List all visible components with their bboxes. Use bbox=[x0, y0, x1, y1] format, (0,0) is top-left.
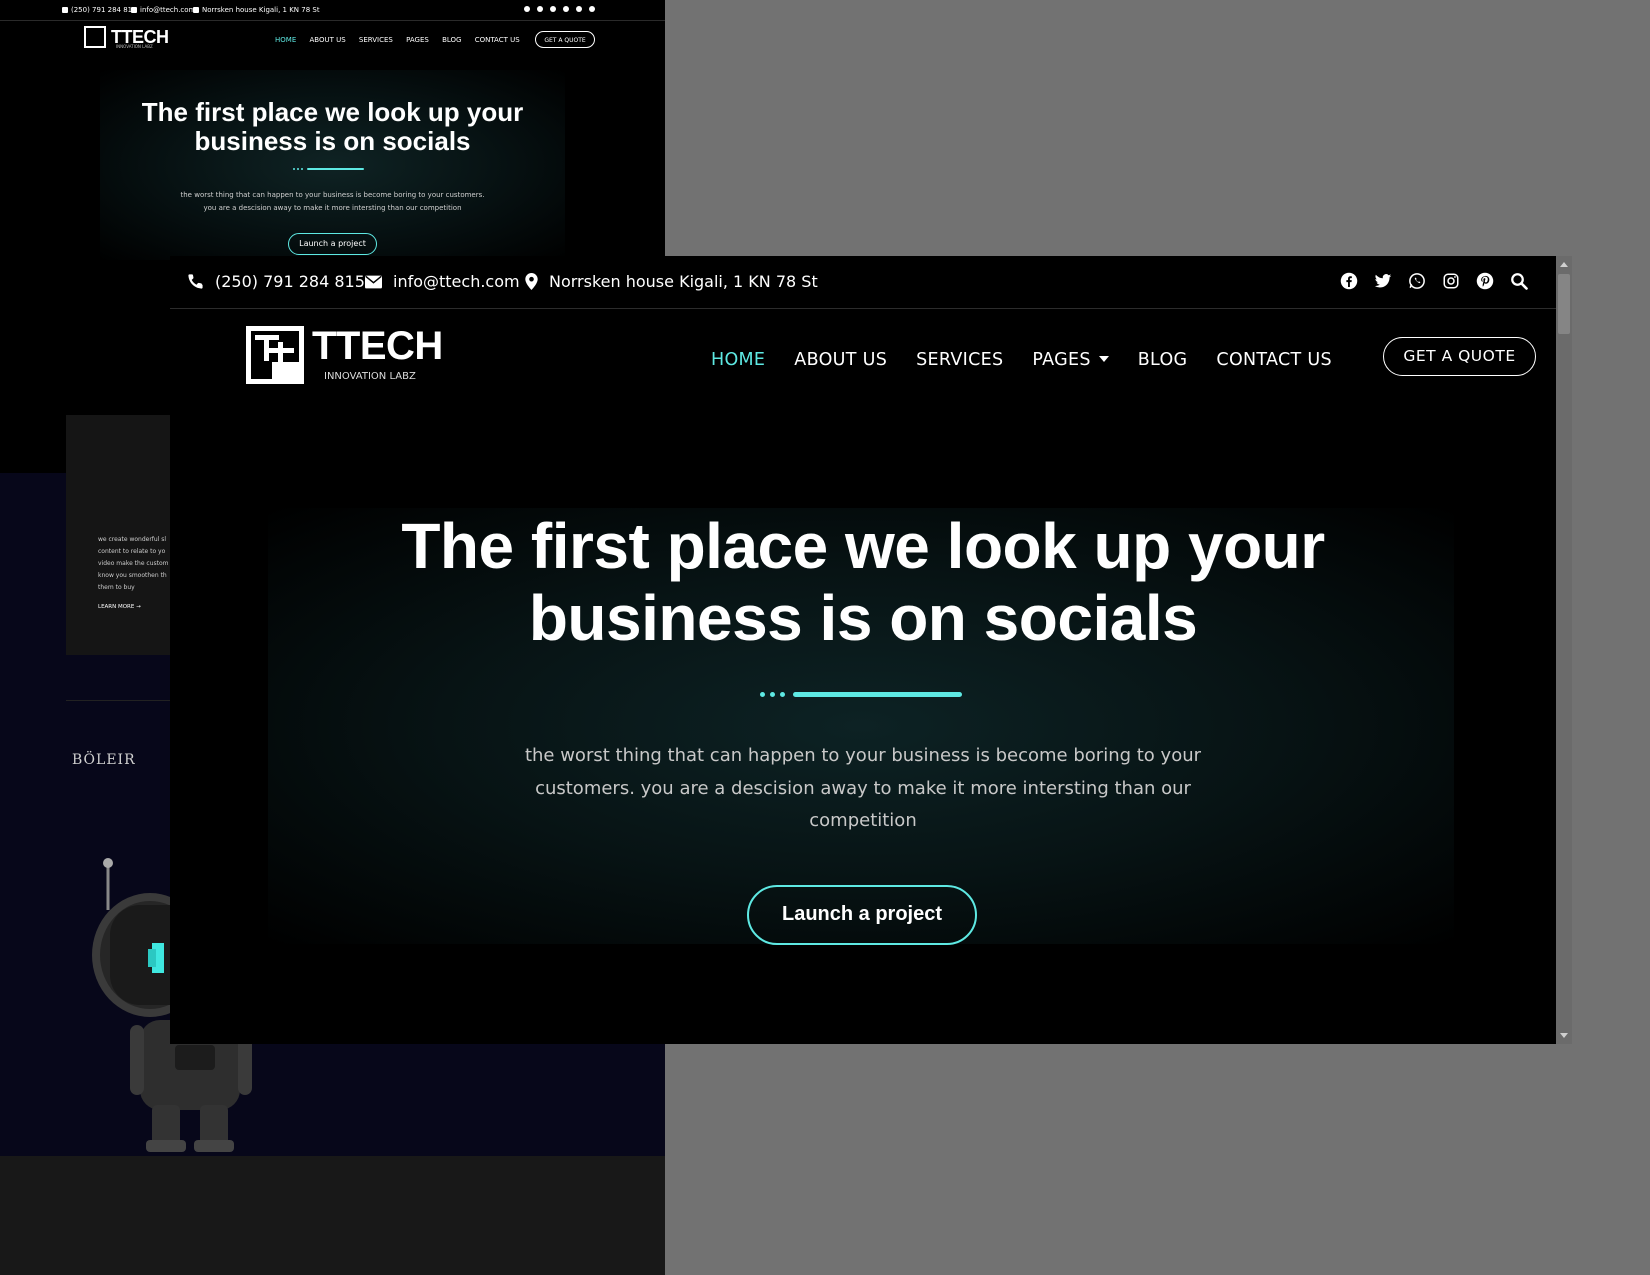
email-info[interactable]: info@ttech.com bbox=[365, 272, 520, 291]
email-info[interactable]: info@ttech.com bbox=[131, 6, 195, 14]
map-pin-icon bbox=[193, 7, 199, 13]
envelope-icon bbox=[365, 275, 382, 288]
nav-item-blog[interactable]: BLOG bbox=[1138, 350, 1188, 370]
phone-number: (250) 791 284 815 bbox=[71, 6, 137, 14]
top-info-bar: (250) 791 284 815 info@ttech.com Norrske… bbox=[0, 0, 665, 21]
get-quote-button[interactable]: GET A QUOTE bbox=[535, 31, 595, 48]
twitter-icon[interactable] bbox=[1374, 272, 1392, 290]
email-address: info@ttech.com bbox=[393, 272, 520, 291]
instagram-icon[interactable] bbox=[563, 6, 569, 12]
logo-tagline: INNOVATION LABZ bbox=[116, 44, 153, 49]
nav-item-contact[interactable]: CONTACT US bbox=[1216, 350, 1331, 370]
nav-item-services[interactable]: SERVICES bbox=[359, 36, 393, 44]
launch-project-button[interactable]: Launch a project bbox=[747, 885, 977, 945]
twitter-icon[interactable] bbox=[537, 6, 543, 12]
scroll-down-arrow-icon[interactable] bbox=[1560, 1033, 1568, 1038]
service-card-line: video make the custom bbox=[98, 560, 169, 567]
section-divider bbox=[66, 700, 176, 701]
foreground-page-screenshot: (250) 791 284 815 info@ttech.com Norrske… bbox=[170, 256, 1572, 1044]
site-logo[interactable]: TTECH INNOVATION LABZ bbox=[246, 324, 446, 388]
footer-section bbox=[0, 1156, 665, 1275]
address-text: Norrsken house Kigali, 1 KN 78 St bbox=[202, 6, 320, 14]
phone-icon bbox=[62, 7, 68, 13]
hero-subtext: the worst thing that can happen to your … bbox=[524, 745, 1202, 831]
phone-number: (250) 791 284 815 bbox=[215, 272, 365, 291]
nav-item-about[interactable]: ABOUT US bbox=[309, 36, 345, 44]
partner-brand-logo: BÖLEIR bbox=[72, 752, 136, 768]
hero-headline: The first place we look up your business… bbox=[100, 98, 565, 156]
map-pin-icon bbox=[525, 273, 538, 290]
logo-wordmark: TTECH bbox=[312, 324, 443, 368]
hero-divider bbox=[760, 692, 962, 698]
site-logo[interactable]: TTECH INNOVATION LABZ bbox=[84, 26, 169, 49]
caret-down-icon bbox=[1098, 356, 1109, 362]
hero-subtext: the worst thing that can happen to your … bbox=[180, 191, 485, 212]
phone-info[interactable]: (250) 791 284 815 bbox=[62, 6, 137, 14]
main-nav: HOME ABOUT US SERVICES PAGES BLOG CONTAC… bbox=[275, 36, 531, 44]
hero-headline-line1: The first place we look up your bbox=[401, 510, 1325, 582]
instagram-icon[interactable] bbox=[1442, 272, 1460, 290]
facebook-icon[interactable] bbox=[524, 6, 530, 12]
learn-more-link[interactable]: LEARN MORE → bbox=[98, 604, 141, 610]
nav-item-services[interactable]: SERVICES bbox=[916, 350, 1003, 370]
nav-item-pages[interactable]: PAGES bbox=[1032, 350, 1109, 370]
nav-item-about[interactable]: ABOUT US bbox=[794, 350, 887, 370]
whatsapp-icon[interactable] bbox=[550, 6, 556, 12]
envelope-icon bbox=[131, 7, 137, 13]
service-card-text: we create wonderful sl content to relate… bbox=[98, 534, 178, 594]
hero-headline-line2: business is on socials bbox=[194, 126, 471, 156]
hero-headline-line2: business is on socials bbox=[528, 582, 1198, 654]
search-icon[interactable] bbox=[589, 6, 595, 12]
hero-divider bbox=[293, 168, 373, 171]
top-info-bar: (250) 791 284 815 info@ttech.com Norrske… bbox=[170, 256, 1556, 309]
logo-mark-icon bbox=[246, 326, 304, 384]
email-address: info@ttech.com bbox=[140, 6, 196, 14]
social-icons bbox=[1340, 272, 1528, 290]
scrollbar-thumb[interactable] bbox=[1558, 274, 1570, 334]
service-card-line: content to relate to yo bbox=[98, 548, 166, 555]
main-nav: HOME ABOUT US SERVICES PAGES BLOG CONTAC… bbox=[711, 350, 1332, 370]
service-card-line: them to buy bbox=[98, 584, 135, 591]
social-icons bbox=[517, 6, 595, 14]
nav-item-blog[interactable]: BLOG bbox=[442, 36, 461, 44]
get-quote-button[interactable]: GET A QUOTE bbox=[1383, 337, 1536, 376]
hero-headline: The first place we look up your business… bbox=[270, 510, 1456, 654]
search-icon[interactable] bbox=[1510, 272, 1528, 290]
pinterest-icon[interactable] bbox=[1476, 272, 1494, 290]
address-info: Norrsken house Kigali, 1 KN 78 St bbox=[193, 6, 320, 14]
nav-item-home[interactable]: HOME bbox=[711, 350, 765, 370]
hero-headline-line1: The first place we look up your bbox=[141, 97, 524, 127]
facebook-icon[interactable] bbox=[1340, 272, 1358, 290]
nav-item-home[interactable]: HOME bbox=[275, 36, 296, 44]
scroll-up-arrow-icon[interactable] bbox=[1560, 262, 1568, 267]
service-card-line: we create wonderful sl bbox=[98, 536, 167, 543]
nav-item-pages-label: PAGES bbox=[1032, 350, 1091, 370]
address-text: Norrsken house Kigali, 1 KN 78 St bbox=[549, 272, 818, 291]
whatsapp-icon[interactable] bbox=[1408, 272, 1426, 290]
nav-item-pages[interactable]: PAGES bbox=[406, 36, 429, 44]
pinterest-icon[interactable] bbox=[576, 6, 582, 12]
address-info: Norrsken house Kigali, 1 KN 78 St bbox=[525, 272, 818, 291]
logo-tagline: INNOVATION LABZ bbox=[324, 371, 416, 382]
nav-item-contact[interactable]: CONTACT US bbox=[475, 36, 520, 44]
logo-mark-icon bbox=[84, 26, 106, 48]
vertical-scrollbar[interactable] bbox=[1556, 256, 1572, 1044]
phone-icon bbox=[188, 274, 203, 289]
service-card-line: know you smoothen th bbox=[98, 572, 167, 579]
launch-project-button[interactable]: Launch a project bbox=[288, 233, 377, 255]
phone-info[interactable]: (250) 791 284 815 bbox=[187, 272, 365, 291]
